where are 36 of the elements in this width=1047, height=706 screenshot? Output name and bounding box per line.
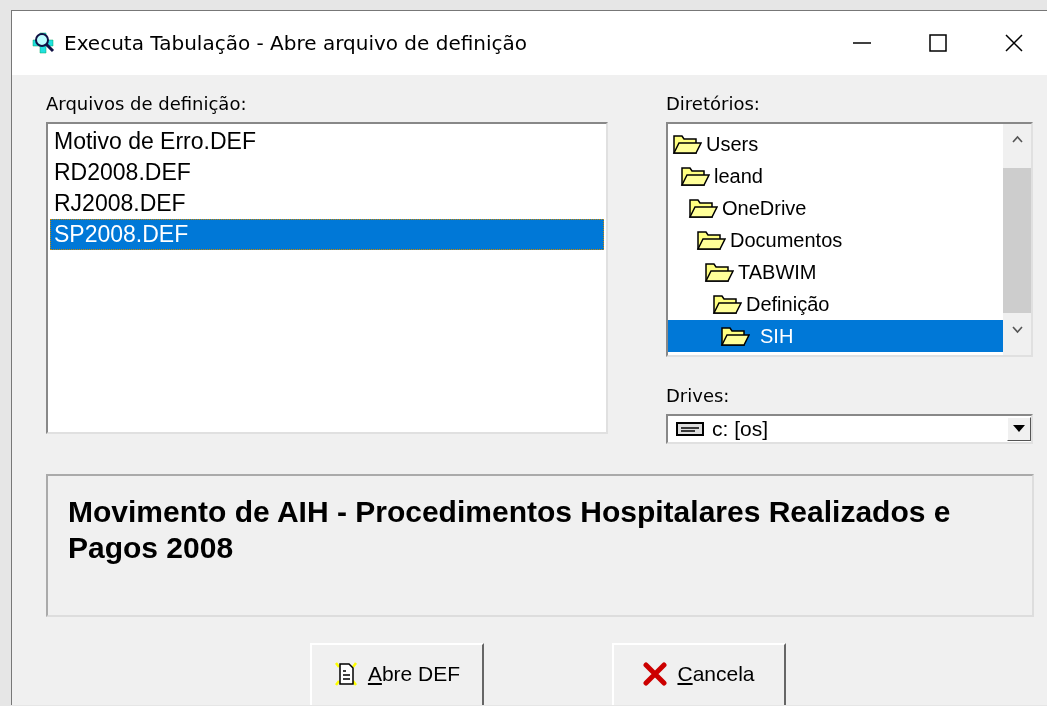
folder-icon bbox=[680, 165, 710, 187]
folder-item[interactable]: Definição bbox=[668, 288, 1003, 320]
file-item[interactable]: RJ2008.DEF bbox=[50, 188, 604, 219]
open-button[interactable]: Abre DEF bbox=[310, 643, 484, 705]
folder-item[interactable]: Documentos bbox=[668, 224, 1003, 256]
magnifier-icon bbox=[32, 31, 56, 55]
cancel-button[interactable]: Cancela bbox=[612, 643, 786, 705]
folder-icon bbox=[688, 197, 718, 219]
files-label: Arquivos de definição: bbox=[46, 93, 248, 114]
folder-item[interactable]: SIH bbox=[668, 320, 1003, 352]
file-item[interactable]: Motivo de Erro.DEF bbox=[50, 126, 604, 157]
folder-icon bbox=[672, 133, 702, 155]
folder-item[interactable]: Users bbox=[668, 128, 1003, 160]
folder-item[interactable]: OneDrive bbox=[668, 192, 1003, 224]
folder-item[interactable]: leand bbox=[668, 160, 1003, 192]
file-item[interactable]: RD2008.DEF bbox=[50, 157, 604, 188]
file-list[interactable]: Motivo de Erro.DEF RD2008.DEF RJ2008.DEF SP2008.DEF bbox=[46, 122, 608, 434]
folder-icon bbox=[712, 293, 742, 315]
folder-icon bbox=[704, 261, 734, 283]
drive-icon bbox=[676, 421, 704, 437]
drive-dropdown[interactable]: c: [os] bbox=[666, 414, 1033, 444]
directory-tree[interactable]: Users leand OneDrive Documentos TABWIM Definição SIH bbox=[666, 122, 1033, 357]
close-icon[interactable] bbox=[1005, 34, 1023, 52]
description-text: Movimento de AIH - Procedimentos Hospitalares Realizados e Pagos 2008 bbox=[68, 495, 951, 564]
folder-icon bbox=[696, 229, 726, 251]
maximize-icon[interactable] bbox=[929, 34, 947, 52]
file-item[interactable]: SP2008.DEF bbox=[50, 219, 604, 250]
document-icon bbox=[333, 661, 358, 687]
folder-icon bbox=[720, 325, 750, 347]
drives-label: Drives: bbox=[666, 385, 731, 406]
directories-label: Diretórios: bbox=[666, 93, 761, 114]
cross-icon bbox=[643, 662, 668, 686]
scrollbar-thumb[interactable] bbox=[1003, 168, 1031, 313]
window-title: Executa Tabulação - Abre arquivo de definição bbox=[64, 31, 528, 55]
folder-item[interactable]: TABWIM bbox=[668, 256, 1003, 288]
dropdown-arrow-icon[interactable] bbox=[1013, 425, 1025, 433]
